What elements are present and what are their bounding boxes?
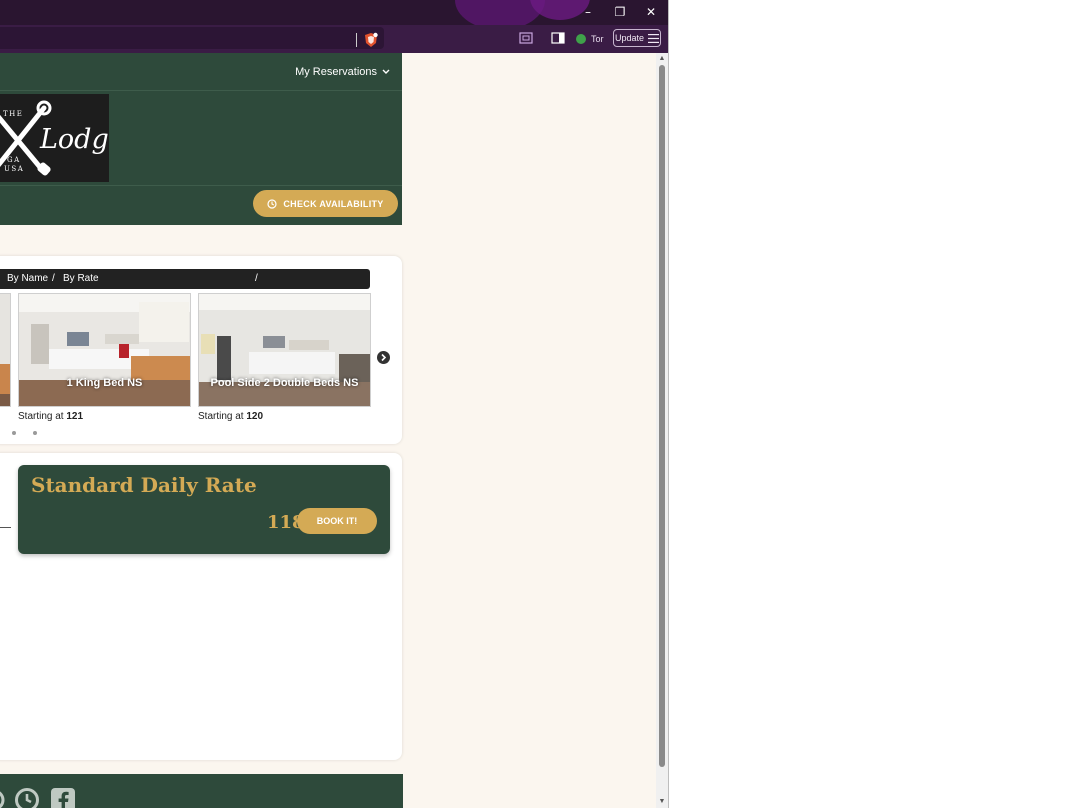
lodge-logo-graphic: THE Lodge GA USA — [0, 100, 109, 176]
sort-bar: By Name / By Rate / — [0, 269, 370, 289]
chevron-down-icon — [382, 69, 390, 74]
scrollbar-thumb[interactable] — [659, 65, 665, 767]
room-name: Pool Side 2 Double Beds NS — [210, 377, 359, 389]
clock-icon[interactable] — [14, 787, 40, 808]
scroll-down-icon[interactable]: ▼ — [658, 798, 666, 806]
sort-by-name[interactable]: By Name — [7, 273, 48, 284]
tor-label: Tor — [591, 34, 604, 44]
my-reservations-menu[interactable]: My Reservations — [295, 66, 390, 78]
header-divider — [0, 90, 402, 91]
room-photo — [199, 294, 370, 406]
logo-top-text: THE — [3, 110, 23, 118]
reader-mode-icon[interactable] — [519, 32, 533, 44]
rate-title: Standard Daily Rate — [31, 473, 257, 497]
page-viewport: My Reservations THE Lodge GA USA — [0, 53, 656, 808]
price-value: 120 — [246, 411, 264, 422]
site-footer — [0, 774, 403, 808]
room-name: 1 King Bed NS — [66, 377, 143, 389]
room-card[interactable]: Pool Side 2 Double Beds NS — [198, 293, 371, 407]
room-photo — [0, 294, 10, 406]
brave-shield-icon[interactable] — [364, 32, 378, 48]
address-bar[interactable] — [0, 27, 384, 49]
browser-toolbar: Tor Update — [0, 25, 668, 53]
sidebar-icon[interactable] — [551, 32, 565, 44]
room-price: Starting at 121 — [18, 411, 83, 422]
update-button[interactable]: Update — [613, 29, 661, 47]
scroll-up-icon[interactable]: ▲ — [658, 55, 666, 63]
check-availability-label: CHECK AVAILABILITY — [283, 198, 384, 209]
my-reservations-label: My Reservations — [295, 66, 377, 78]
minimize-button[interactable]: – — [580, 4, 596, 20]
carousel-dot[interactable] — [12, 431, 16, 435]
logo-sub-text: GA — [7, 156, 21, 164]
browser-window: – ❐ ✕ Tor Update My Reservations THE Lod… — [0, 0, 669, 808]
address-divider — [356, 33, 357, 47]
tor-status-icon — [576, 34, 586, 44]
hamburger-menu-icon — [648, 33, 660, 43]
update-label: Update — [614, 33, 645, 43]
logo-sub-text: USA — [4, 165, 24, 173]
facebook-icon[interactable] — [50, 787, 76, 808]
room-photo — [19, 294, 190, 406]
carousel-dot[interactable] — [33, 431, 37, 435]
sort-by-rate[interactable]: By Rate — [63, 273, 99, 284]
logo-main-text: Lodge — [39, 124, 109, 155]
title-bar: – ❐ ✕ — [0, 0, 668, 25]
check-availability-button[interactable]: CHECK AVAILABILITY — [253, 190, 398, 217]
room-price: Starting at 120 — [198, 411, 263, 422]
restore-button[interactable]: ❐ — [612, 4, 628, 20]
room-card-partial[interactable] — [0, 293, 11, 407]
partial-divider — [0, 527, 11, 528]
standard-rate-card: Standard Daily Rate 118 BOOK IT! — [18, 465, 390, 554]
carousel-next-icon[interactable] — [377, 351, 390, 364]
close-button[interactable]: ✕ — [643, 4, 659, 20]
page-scrollbar[interactable]: ▲ ▼ — [656, 53, 668, 808]
sort-separator: / — [52, 273, 55, 284]
price-prefix: Starting at — [18, 411, 64, 422]
book-it-button[interactable]: BOOK IT! — [297, 508, 377, 534]
header-divider — [0, 185, 402, 186]
chevron-right-icon — [381, 353, 387, 362]
price-value: 121 — [66, 411, 84, 422]
clock-icon — [267, 198, 277, 209]
site-header: My Reservations THE Lodge GA USA — [0, 53, 402, 225]
lodge-logo[interactable]: THE Lodge GA USA — [0, 94, 109, 182]
price-prefix: Starting at — [198, 411, 244, 422]
room-card[interactable]: 1 King Bed NS — [18, 293, 191, 407]
tor-button[interactable]: Tor — [572, 30, 610, 48]
sort-separator: / — [255, 273, 258, 284]
partial-icon — [0, 791, 5, 808]
